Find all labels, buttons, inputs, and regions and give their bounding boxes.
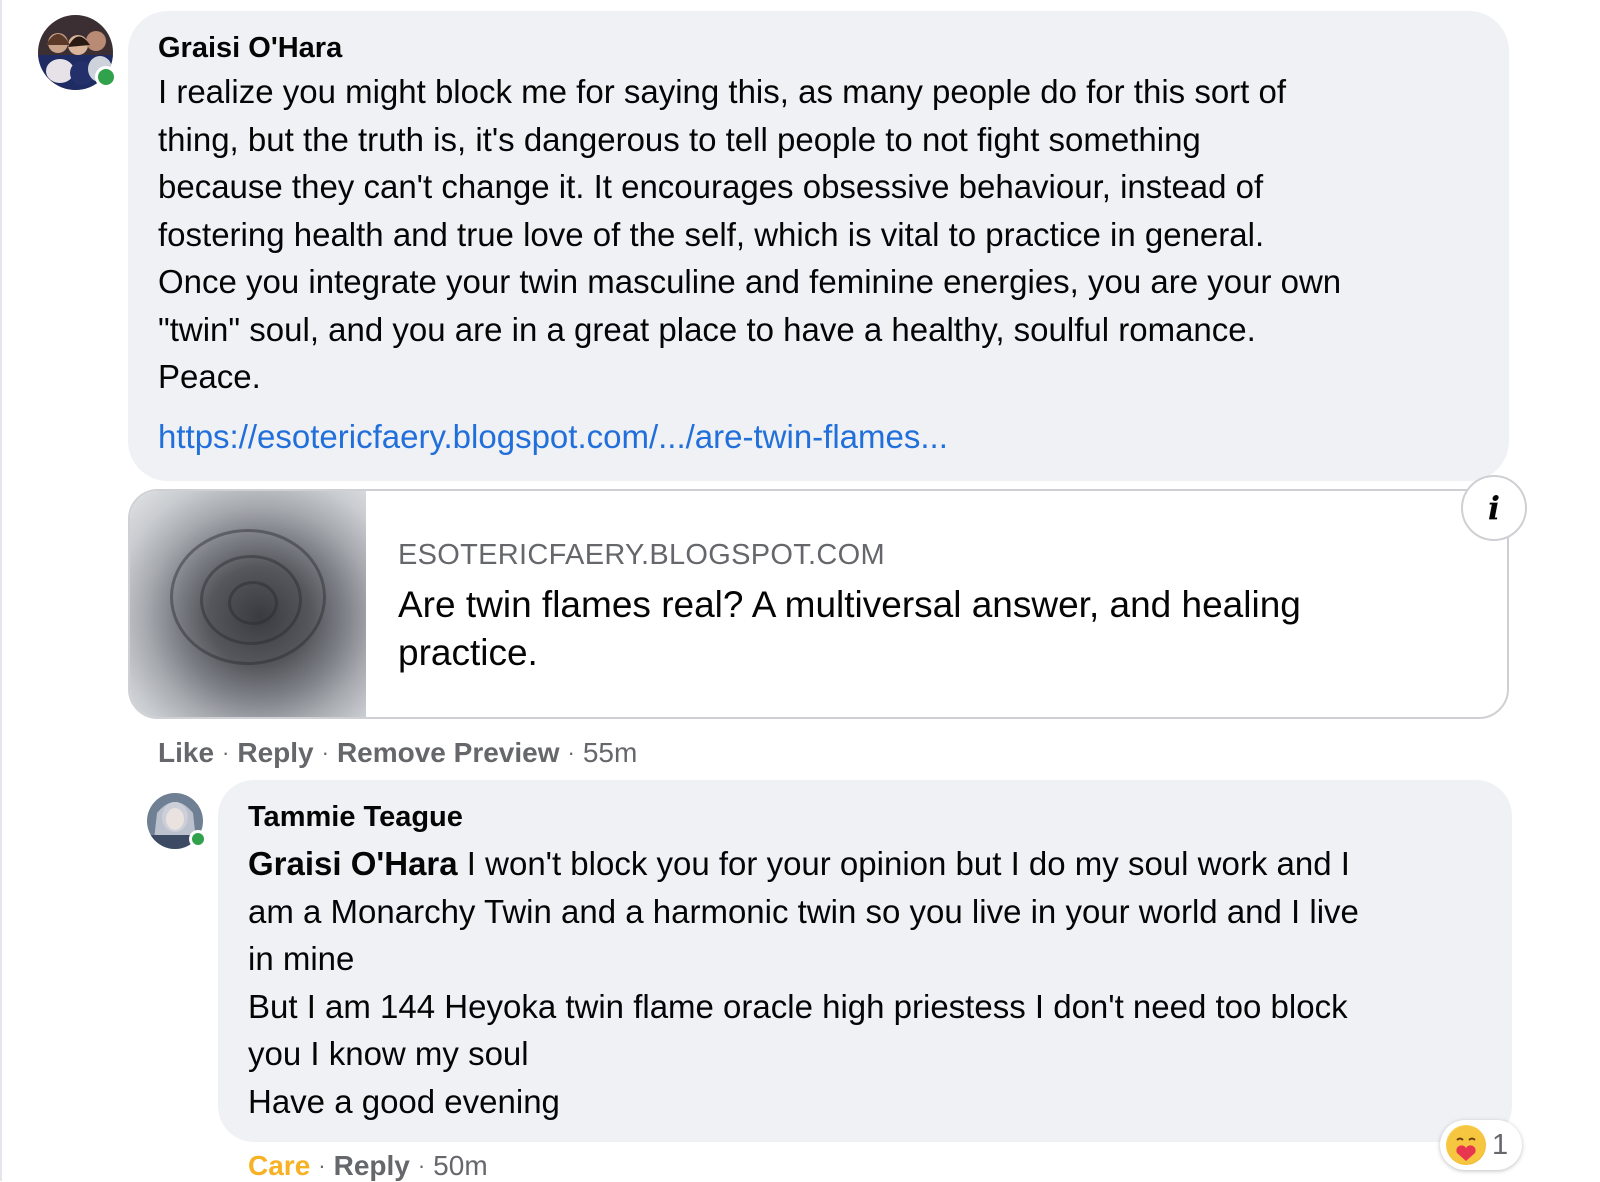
care-button[interactable]: Care — [248, 1150, 310, 1182]
reply-body-line: But I am 144 Heyoka twin flame oracle hi… — [248, 987, 1348, 1025]
link-preview-card[interactable]: ESOTERICFAERY.BLOGSPOT.COM Are twin flam… — [128, 489, 1509, 719]
separator-dot: · — [222, 740, 230, 765]
care-emoji-icon — [1446, 1125, 1486, 1165]
comment-body-line: because they can't change it. It encoura… — [158, 168, 1264, 205]
reply-body-line: in mine — [248, 940, 355, 977]
remove-preview-button[interactable]: Remove Preview — [337, 737, 560, 769]
reply-body-line: am a Monarchy Twin and a harmonic twin s… — [248, 892, 1359, 930]
reply-button[interactable]: Reply — [334, 1150, 410, 1182]
reply-timestamp[interactable]: 50m — [433, 1150, 487, 1182]
reply-actions: Care · Reply · 50m — [248, 1150, 488, 1182]
reaction-count: 1 — [1492, 1128, 1509, 1161]
reply-button[interactable]: Reply — [237, 737, 313, 769]
link-preview-thumbnail — [130, 491, 366, 717]
reply-author-name[interactable]: Tammie Teague — [248, 801, 463, 834]
separator-dot: · — [318, 1153, 326, 1178]
link-preview-title: Are twin flames real? A multiversal answ… — [398, 581, 1301, 677]
online-status-dot — [95, 66, 117, 88]
reply-body-line: Graisi O'Hara I won't block you for your… — [248, 840, 1359, 888]
comment-body-line: fostering health and true love of the se… — [158, 215, 1265, 253]
mention-tag[interactable]: Graisi O'Hara — [248, 845, 458, 882]
comment-body: I realize you might block me for saying … — [158, 68, 1341, 401]
separator-dot: · — [567, 740, 575, 765]
comment-body-line: Once you integrate your twin masculine a… — [158, 263, 1342, 300]
comment-link[interactable]: https://esotericfaery.blogspot.com/.../a… — [158, 418, 948, 456]
reaction-badge[interactable]: 1 — [1440, 1120, 1523, 1170]
comment-actions: Like · Reply · Remove Preview · 55m — [158, 737, 637, 769]
thread-left-rule — [0, 0, 2, 1181]
comment-body-line: I realize you might block me for saying … — [158, 73, 1287, 110]
reply-body-line: Have a good evening — [248, 1082, 560, 1120]
link-preview-title-line: Are twin flames real? A multiversal answ… — [398, 584, 1301, 625]
link-preview-title-line: practice. — [398, 632, 538, 673]
separator-dot: · — [417, 1153, 426, 1178]
reply-body-text: I won't block you for your opinion but I… — [466, 845, 1350, 882]
link-preview-domain: ESOTERICFAERY.BLOGSPOT.COM — [398, 539, 885, 571]
info-icon[interactable]: i — [1461, 475, 1527, 541]
like-button[interactable]: Like — [158, 737, 214, 769]
avatar[interactable] — [38, 15, 117, 90]
separator-dot: · — [321, 740, 329, 765]
comment-body-line: Peace. — [158, 358, 261, 395]
comment-author-name[interactable]: Graisi O'Hara — [158, 32, 342, 65]
thumbnail-swirl — [228, 581, 278, 625]
reply-body: Graisi O'Hara I won't block you for your… — [248, 840, 1359, 1125]
comment-body-line: thing, but the truth is, it's dangerous … — [158, 120, 1201, 158]
comment-body-line: "twin" soul, and you are in a great plac… — [158, 310, 1256, 348]
comment-timestamp[interactable]: 55m — [583, 737, 637, 769]
online-status-dot — [189, 830, 207, 848]
reply-body-line: you I know my soul — [248, 1035, 529, 1072]
avatar[interactable] — [147, 793, 207, 849]
